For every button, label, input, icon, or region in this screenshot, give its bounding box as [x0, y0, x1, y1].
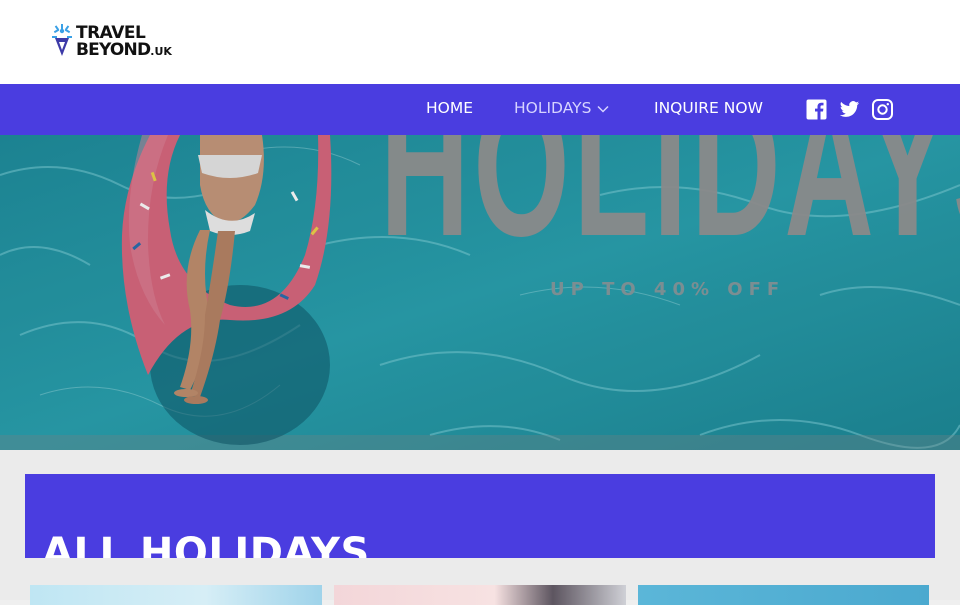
- logo-wordmark: TRAVEL BEYOND.UK: [76, 25, 172, 59]
- logo-line-beyond: BEYOND.UK: [76, 42, 172, 59]
- site-header: TRAVEL BEYOND.UK: [0, 0, 960, 84]
- main-content: ALL HOLIDAYS: [0, 450, 960, 605]
- section-title: ALL HOLIDAYS: [42, 530, 370, 558]
- nav-inquire-now[interactable]: INQUIRE NOW: [654, 84, 763, 135]
- facebook-icon[interactable]: [806, 99, 827, 120]
- twitter-icon[interactable]: [839, 99, 860, 120]
- logo-suffix: .UK: [150, 45, 172, 58]
- nav-holidays-label: HOLIDAYS: [514, 99, 592, 117]
- holiday-card-2[interactable]: [334, 585, 626, 605]
- section-banner: ALL HOLIDAYS: [25, 474, 935, 558]
- site-logo[interactable]: TRAVEL BEYOND.UK: [50, 22, 172, 62]
- hero-banner: HOLIDAYS UP TO 40% OFF: [0, 135, 960, 450]
- nav-home[interactable]: HOME: [426, 84, 473, 135]
- chevron-down-icon[interactable]: [597, 84, 609, 133]
- hero-subtitle: UP TO 40% OFF: [550, 279, 786, 300]
- holiday-card-3[interactable]: [638, 585, 929, 605]
- main-navigation: HOME HOLIDAYS INQUIRE NOW: [0, 84, 960, 135]
- nav-holidays[interactable]: HOLIDAYS: [514, 84, 609, 135]
- instagram-icon[interactable]: [872, 99, 893, 120]
- logo-beyond-text: BEYOND: [76, 40, 151, 60]
- holiday-card-1[interactable]: [30, 585, 322, 605]
- star-figure-logo-icon: [52, 24, 72, 56]
- hero-title: HOLIDAYS: [380, 135, 960, 278]
